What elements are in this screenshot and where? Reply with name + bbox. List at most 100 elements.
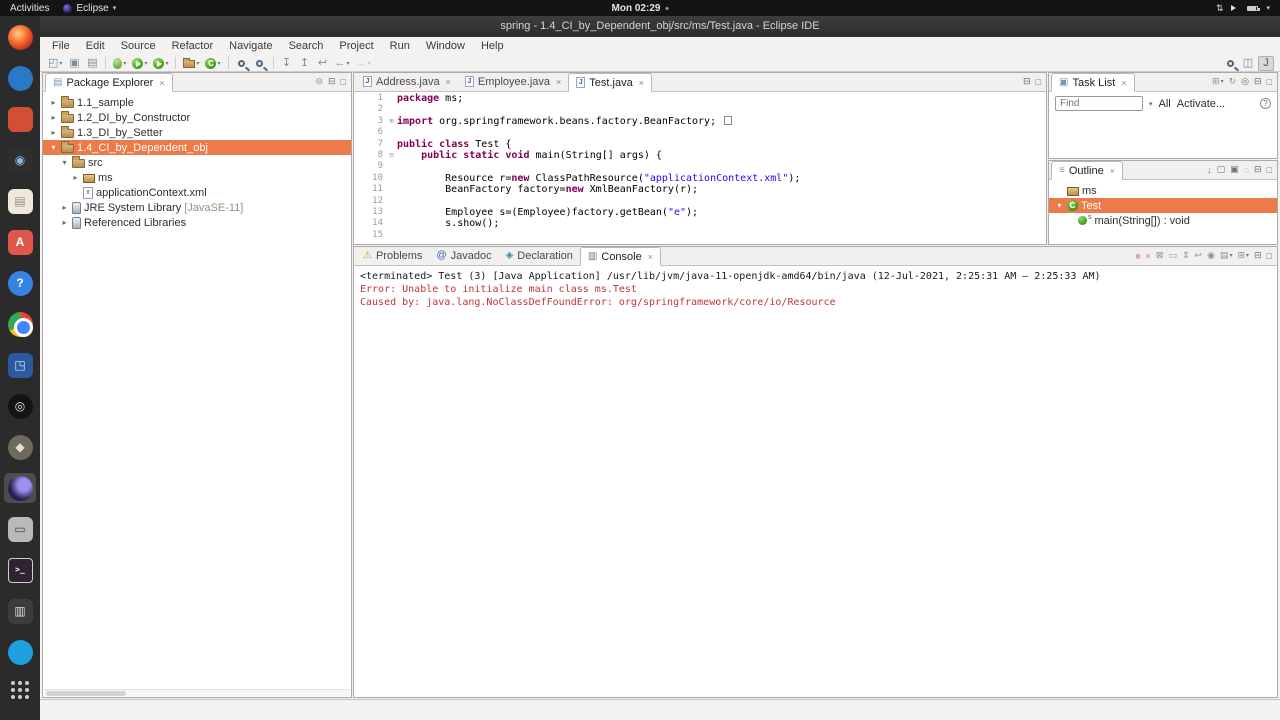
minimize-icon[interactable]: ⊟ [1254, 76, 1262, 87]
save-icon[interactable]: ▣ [66, 56, 82, 71]
search-icon[interactable] [252, 56, 268, 71]
menu-project[interactable]: Project [331, 37, 381, 55]
maximize-icon[interactable]: □ [1267, 77, 1272, 87]
minimize-icon[interactable]: ⊟ [1254, 164, 1262, 175]
sort-icon[interactable]: ↓ [1207, 165, 1212, 175]
previous-annotation-icon[interactable]: ↥ [297, 56, 313, 71]
menu-run[interactable]: Run [382, 37, 418, 55]
dock-app-icon-4[interactable] [4, 637, 36, 667]
hide-fields-icon[interactable]: ▢ [1217, 164, 1226, 175]
tab-outline[interactable]: ≡ Outline × [1051, 161, 1123, 180]
collapse-all-icon[interactable]: ⊖ [315, 76, 323, 87]
new-class-icon[interactable]: C ▾ [203, 56, 222, 71]
open-type-icon[interactable] [234, 56, 250, 71]
menu-refactor[interactable]: Refactor [164, 37, 222, 55]
dock-thunderbird-icon[interactable] [4, 63, 36, 93]
dock-eclipse-icon[interactable] [4, 473, 36, 503]
help-icon[interactable]: ? [1260, 98, 1271, 109]
scope-selector[interactable]: All [1159, 98, 1171, 110]
maximize-icon[interactable]: □ [1036, 77, 1041, 87]
menu-navigate[interactable]: Navigate [221, 37, 280, 55]
dock-app-icon-3[interactable]: ◆ [4, 432, 36, 462]
editor-tab-employee-java[interactable]: J Employee.java × [458, 72, 568, 91]
fold-marker-icon[interactable]: ⊞ [386, 116, 397, 127]
terminate-icon[interactable]: ■ [1135, 251, 1140, 261]
dock-app-icon-1[interactable] [4, 104, 36, 134]
clock[interactable]: Mon 02:29 [612, 3, 669, 14]
display-selected-console-icon[interactable]: ▤ ▾ [1220, 250, 1233, 261]
outline-item-main-string-void[interactable]: s main(String[]) : void [1049, 213, 1277, 228]
dock-firefox-icon[interactable] [4, 22, 36, 52]
tree-item-ms[interactable]: ▸ ms [43, 170, 351, 185]
minimize-icon[interactable]: ⊟ [328, 76, 336, 87]
tab-package-explorer[interactable]: ▤ Package Explorer × [45, 73, 173, 92]
sync-icon[interactable]: ↻ [1229, 76, 1237, 87]
new-wizard-icon[interactable]: ◰ ▾ [46, 56, 64, 71]
close-icon[interactable]: × [1110, 166, 1115, 176]
dock-chrome-icon[interactable] [4, 309, 36, 339]
menu-help[interactable]: Help [473, 37, 512, 55]
dock-help-icon[interactable]: ? [4, 268, 36, 298]
dock-video-editor-icon[interactable]: ▥ [4, 596, 36, 626]
chevron-right-icon[interactable]: ▸ [48, 128, 59, 137]
external-tools-icon[interactable]: ▾ [151, 56, 170, 71]
chevron-down-icon[interactable]: ▾ [48, 143, 59, 152]
chevron-down-icon[interactable]: ▾ [1054, 201, 1065, 210]
volume-icon[interactable] [1231, 5, 1239, 11]
fold-marker-icon[interactable]: ⊟ [386, 150, 397, 161]
chevron-right-icon[interactable]: ▸ [48, 98, 59, 107]
dock-show-apps-icon[interactable] [4, 678, 36, 708]
chevron-right-icon[interactable]: ▸ [59, 203, 70, 212]
chevron-down-icon[interactable]: ▾ [1266, 4, 1270, 12]
remove-launch-icon[interactable]: × [1146, 251, 1151, 261]
tab-task-list[interactable]: ▣ Task List × [1051, 73, 1135, 92]
tree-item-1-3-di-by-setter[interactable]: ▸ 1.3_DI_by_Setter [43, 125, 351, 140]
debug-icon[interactable]: ▾ [111, 56, 128, 71]
chevron-down-icon[interactable]: ▾ [59, 158, 70, 167]
chevron-right-icon[interactable]: ▸ [48, 113, 59, 122]
menu-edit[interactable]: Edit [78, 37, 113, 55]
outline-item-test[interactable]: ▾ C Test [1049, 198, 1277, 213]
word-wrap-icon[interactable]: ↩ [1195, 250, 1203, 261]
app-menu[interactable]: Eclipse ▾ [63, 3, 116, 14]
dock-app-icon-2[interactable]: ◳ [4, 350, 36, 380]
tree-item-jre-system-library[interactable]: ▸ JRE System Library [JavaSE-11] [43, 200, 351, 215]
dock-printer-icon[interactable]: ▭ [4, 514, 36, 544]
scrollbar-thumb[interactable] [46, 691, 126, 696]
new-task-icon[interactable]: ⊞ ▾ [1212, 76, 1224, 87]
tree-item-1-4-ci-by-dependent-obj[interactable]: ▾ 1.4_CI_by_Dependent_obj [43, 140, 351, 155]
tab-declaration[interactable]: ◈ Declaration [499, 246, 580, 265]
open-perspective-icon[interactable]: ◫ [1240, 56, 1256, 71]
menu-window[interactable]: Window [418, 37, 473, 55]
pin-console-icon[interactable]: ◉ [1207, 250, 1215, 261]
close-icon[interactable]: × [556, 77, 561, 87]
maximize-icon[interactable]: □ [1267, 251, 1272, 261]
dock-terminal-icon[interactable]: >_ [4, 555, 36, 585]
chevron-down-icon[interactable]: ▾ [1149, 100, 1153, 108]
tree-item-1-1-sample[interactable]: ▸ 1.1_sample [43, 95, 351, 110]
outline-item-ms[interactable]: ms [1049, 183, 1277, 198]
maximize-icon[interactable]: □ [341, 77, 346, 87]
menu-search[interactable]: Search [281, 37, 332, 55]
dock-camera-icon[interactable]: ◉ [4, 145, 36, 175]
window-titlebar[interactable]: spring - 1.4_CI_by_Dependent_obj/src/ms/… [40, 16, 1280, 37]
console-output[interactable]: <terminated> Test (3) [Java Application]… [354, 266, 1277, 697]
forward-icon[interactable]: → ▾ [354, 56, 373, 71]
menu-source[interactable]: Source [113, 37, 164, 55]
horizontal-scrollbar[interactable] [44, 689, 350, 696]
tree-item-applicationcontext-xml[interactable]: x applicationContext.xml [43, 185, 351, 200]
maximize-icon[interactable]: □ [1267, 165, 1272, 175]
menu-file[interactable]: File [44, 37, 78, 55]
minimize-icon[interactable]: ⊟ [1023, 76, 1031, 87]
back-icon[interactable]: ← ▾ [333, 56, 352, 71]
hide-static-members-icon[interactable]: ▣ [1230, 164, 1239, 175]
next-annotation-icon[interactable]: ↧ [279, 56, 295, 71]
open-console-icon[interactable]: ⊞ ▾ [1237, 250, 1249, 261]
print-icon[interactable]: ▤ [84, 56, 100, 71]
tree-item-1-2-di-by-constructor[interactable]: ▸ 1.2_DI_by_Constructor [43, 110, 351, 125]
dock-files-icon[interactable]: ▤ [4, 186, 36, 216]
hide-non-public-icon[interactable]: ◌ [1244, 165, 1249, 175]
close-icon[interactable]: × [639, 78, 644, 88]
editor-tab-address-java[interactable]: J Address.java × [356, 72, 458, 91]
network-icon[interactable]: ⇅ [1216, 3, 1224, 14]
